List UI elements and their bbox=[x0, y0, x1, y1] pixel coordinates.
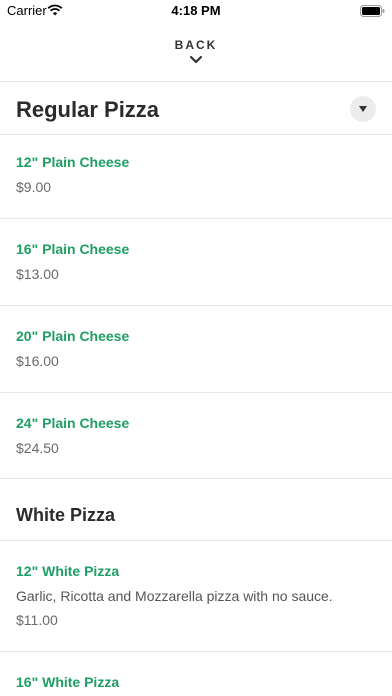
menu-item[interactable]: 20" Plain Cheese $16.00 bbox=[0, 306, 392, 392]
item-description: Garlic, Ricotta and Mozzarella pizza wit… bbox=[16, 588, 333, 604]
item-name: 20" Plain Cheese bbox=[16, 328, 130, 344]
chevron-down-icon bbox=[189, 55, 203, 64]
menu-item[interactable]: 16" White Pizza bbox=[0, 652, 392, 696]
section-title-regular-pizza: Regular Pizza bbox=[16, 97, 160, 122]
status-bar: Carrier 4:18 PM bbox=[0, 0, 392, 22]
battery-icon bbox=[360, 5, 385, 17]
item-name: 16" White Pizza bbox=[16, 674, 120, 690]
menu-item[interactable]: 16" Plain Cheese $13.00 bbox=[0, 219, 392, 305]
item-name: 24" Plain Cheese bbox=[16, 415, 130, 431]
item-price: $9.00 bbox=[16, 179, 52, 195]
item-name: 12" White Pizza bbox=[16, 563, 120, 579]
item-name: 12" Plain Cheese bbox=[16, 154, 130, 170]
item-price: $13.00 bbox=[16, 266, 59, 282]
section-title-white-pizza: White Pizza bbox=[16, 505, 116, 525]
item-price: $11.00 bbox=[16, 612, 58, 628]
item-name: 16" Plain Cheese bbox=[16, 241, 130, 257]
menu-item[interactable]: 24" Plain Cheese $24.50 bbox=[0, 393, 392, 478]
status-time: 4:18 PM bbox=[171, 3, 221, 18]
section-dropdown-button[interactable] bbox=[350, 96, 376, 122]
divider bbox=[0, 478, 392, 479]
caret-down-icon bbox=[359, 106, 367, 112]
back-label: BACK bbox=[174, 38, 218, 52]
menu-item[interactable]: 12" White Pizza Garlic, Ricotta and Mozz… bbox=[0, 541, 392, 651]
divider bbox=[0, 81, 392, 82]
back-button[interactable]: BACK bbox=[0, 30, 392, 76]
item-price: $24.50 bbox=[16, 440, 59, 456]
item-price: $16.00 bbox=[16, 353, 59, 369]
menu-item[interactable]: 12" Plain Cheese $9.00 bbox=[0, 135, 392, 218]
